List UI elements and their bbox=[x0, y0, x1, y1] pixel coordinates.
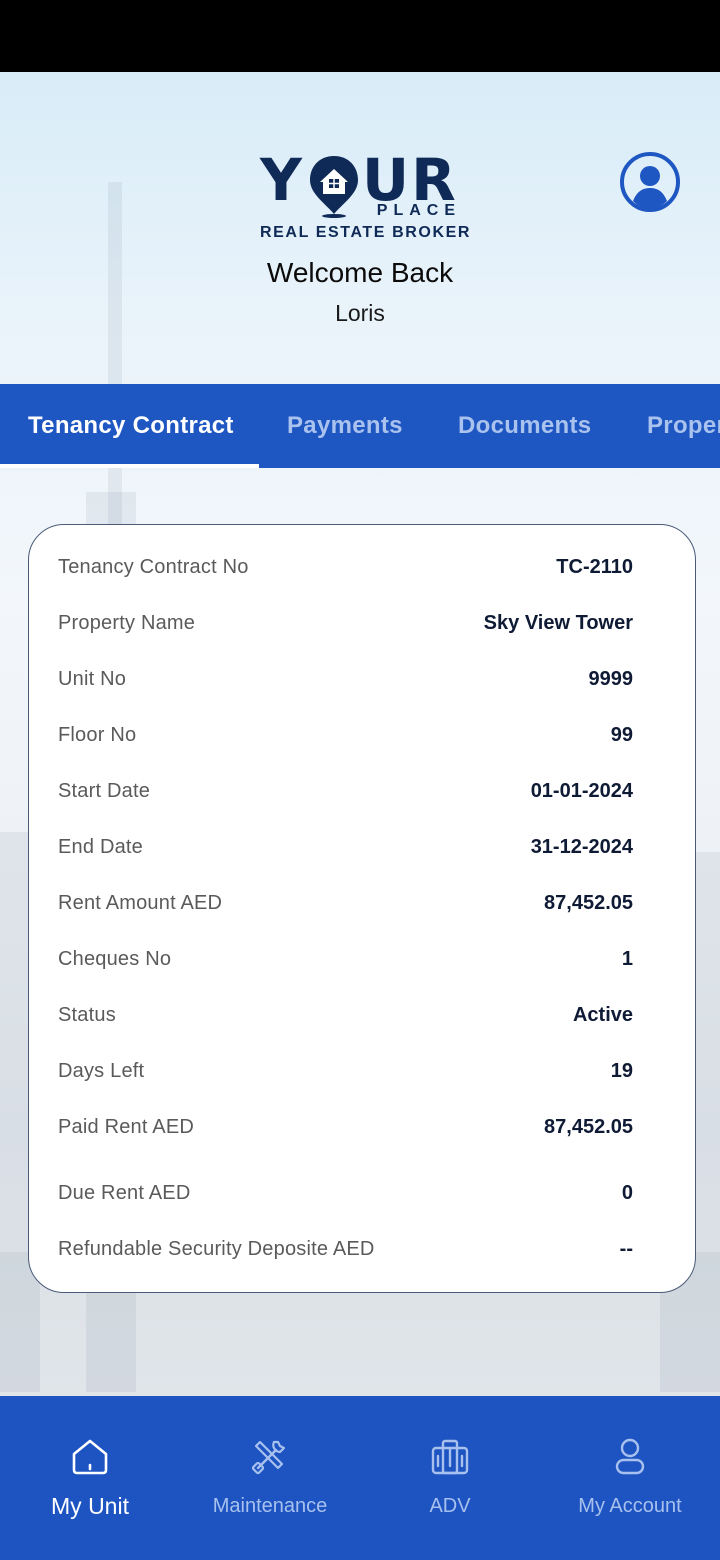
detail-label: End Date bbox=[58, 836, 143, 858]
logo-tagline: REAL ESTATE BROKER bbox=[260, 224, 472, 241]
username: Loris bbox=[335, 300, 385, 326]
nav-my-unit[interactable]: My Unit bbox=[0, 1396, 180, 1560]
detail-value: 87,452.05 bbox=[544, 892, 633, 914]
detail-value: 31-12-2024 bbox=[530, 836, 633, 858]
location-pin-icon bbox=[310, 156, 358, 218]
user-icon bbox=[615, 1438, 645, 1475]
nav-adv[interactable]: ADV bbox=[360, 1396, 540, 1560]
welcome-title: Welcome Back bbox=[266, 257, 454, 288]
user-circle-icon bbox=[620, 152, 680, 212]
detail-row: Cheques No 1 bbox=[29, 939, 697, 979]
detail-row: End Date 31-12-2024 bbox=[29, 827, 697, 867]
detail-row: Unit No 9999 bbox=[29, 659, 697, 699]
active-tab-indicator bbox=[0, 464, 259, 468]
home-icon bbox=[72, 1439, 108, 1475]
tab-payments[interactable]: Payments bbox=[287, 384, 403, 468]
detail-row: Refundable Security Deposite AED -- bbox=[29, 1229, 697, 1269]
detail-value: 99 bbox=[610, 724, 633, 746]
tab-tenancy-contract[interactable]: Tenancy Contract bbox=[28, 384, 234, 468]
tab-documents[interactable]: Documents bbox=[458, 384, 591, 468]
tenancy-contract-card: Tenancy Contract No TC-2110 Property Nam… bbox=[28, 524, 696, 1293]
company-logo: Y UR PLACE REAL ESTATE BROKER bbox=[258, 146, 469, 242]
detail-row: Status Active bbox=[29, 995, 697, 1035]
logo-place-text: PLACE bbox=[376, 202, 461, 219]
nav-maintenance[interactable]: Maintenance bbox=[180, 1396, 360, 1560]
logo-letter-y: Y bbox=[260, 146, 304, 214]
detail-row: Due Rent AED 0 bbox=[29, 1173, 697, 1213]
detail-label: Start Date bbox=[58, 780, 151, 802]
detail-label: Rent Amount AED bbox=[58, 892, 223, 914]
detail-value: -- bbox=[619, 1238, 633, 1260]
detail-value: TC-2110 bbox=[556, 556, 633, 578]
detail-label: Floor No bbox=[58, 724, 137, 746]
building-icon bbox=[431, 1439, 469, 1475]
status-bar bbox=[0, 0, 720, 72]
detail-value: 19 bbox=[610, 1060, 633, 1082]
detail-row: Property Name Sky View Tower bbox=[29, 603, 697, 643]
detail-label: Cheques No bbox=[58, 948, 172, 970]
detail-value: 0 bbox=[621, 1182, 633, 1204]
detail-label: Days Left bbox=[58, 1060, 145, 1082]
detail-value: Active bbox=[572, 1004, 633, 1026]
logo-letters-ur: UR bbox=[362, 146, 458, 214]
detail-row: Floor No 99 bbox=[29, 715, 697, 755]
bottom-navigation: My Unit Maintenance ADV My Account bbox=[0, 1396, 720, 1560]
detail-value: Sky View Tower bbox=[483, 612, 633, 634]
detail-row: Rent Amount AED 87,452.05 bbox=[29, 883, 697, 923]
nav-label: My Account bbox=[578, 1495, 682, 1517]
detail-label: Refundable Security Deposite AED bbox=[58, 1238, 375, 1260]
detail-label: Tenancy Contract No bbox=[58, 556, 249, 578]
detail-row: Start Date 01-01-2024 bbox=[29, 771, 697, 811]
tools-icon bbox=[251, 1440, 286, 1475]
detail-label: Status bbox=[58, 1004, 116, 1026]
detail-label: Unit No bbox=[58, 668, 127, 690]
detail-row: Days Left 19 bbox=[29, 1051, 697, 1091]
detail-label: Paid Rent AED bbox=[58, 1116, 195, 1138]
nav-label: My Unit bbox=[51, 1493, 129, 1519]
detail-row: Paid Rent AED 87,452.05 bbox=[29, 1107, 697, 1147]
detail-row: Tenancy Contract No TC-2110 bbox=[29, 547, 697, 587]
detail-value: 01-01-2024 bbox=[530, 780, 633, 802]
detail-label: Property Name bbox=[58, 612, 196, 634]
nav-label: ADV bbox=[429, 1495, 471, 1517]
detail-label: Due Rent AED bbox=[58, 1182, 191, 1204]
nav-label: Maintenance bbox=[212, 1495, 328, 1517]
profile-button[interactable] bbox=[619, 151, 681, 213]
nav-my-account[interactable]: My Account bbox=[540, 1396, 720, 1560]
detail-value: 1 bbox=[621, 948, 633, 970]
tab-property[interactable]: Proper bbox=[647, 384, 720, 468]
detail-value: 9999 bbox=[588, 668, 634, 690]
tab-bar: Tenancy Contract Payments Documents Prop… bbox=[0, 384, 720, 468]
detail-value: 87,452.05 bbox=[544, 1116, 633, 1138]
